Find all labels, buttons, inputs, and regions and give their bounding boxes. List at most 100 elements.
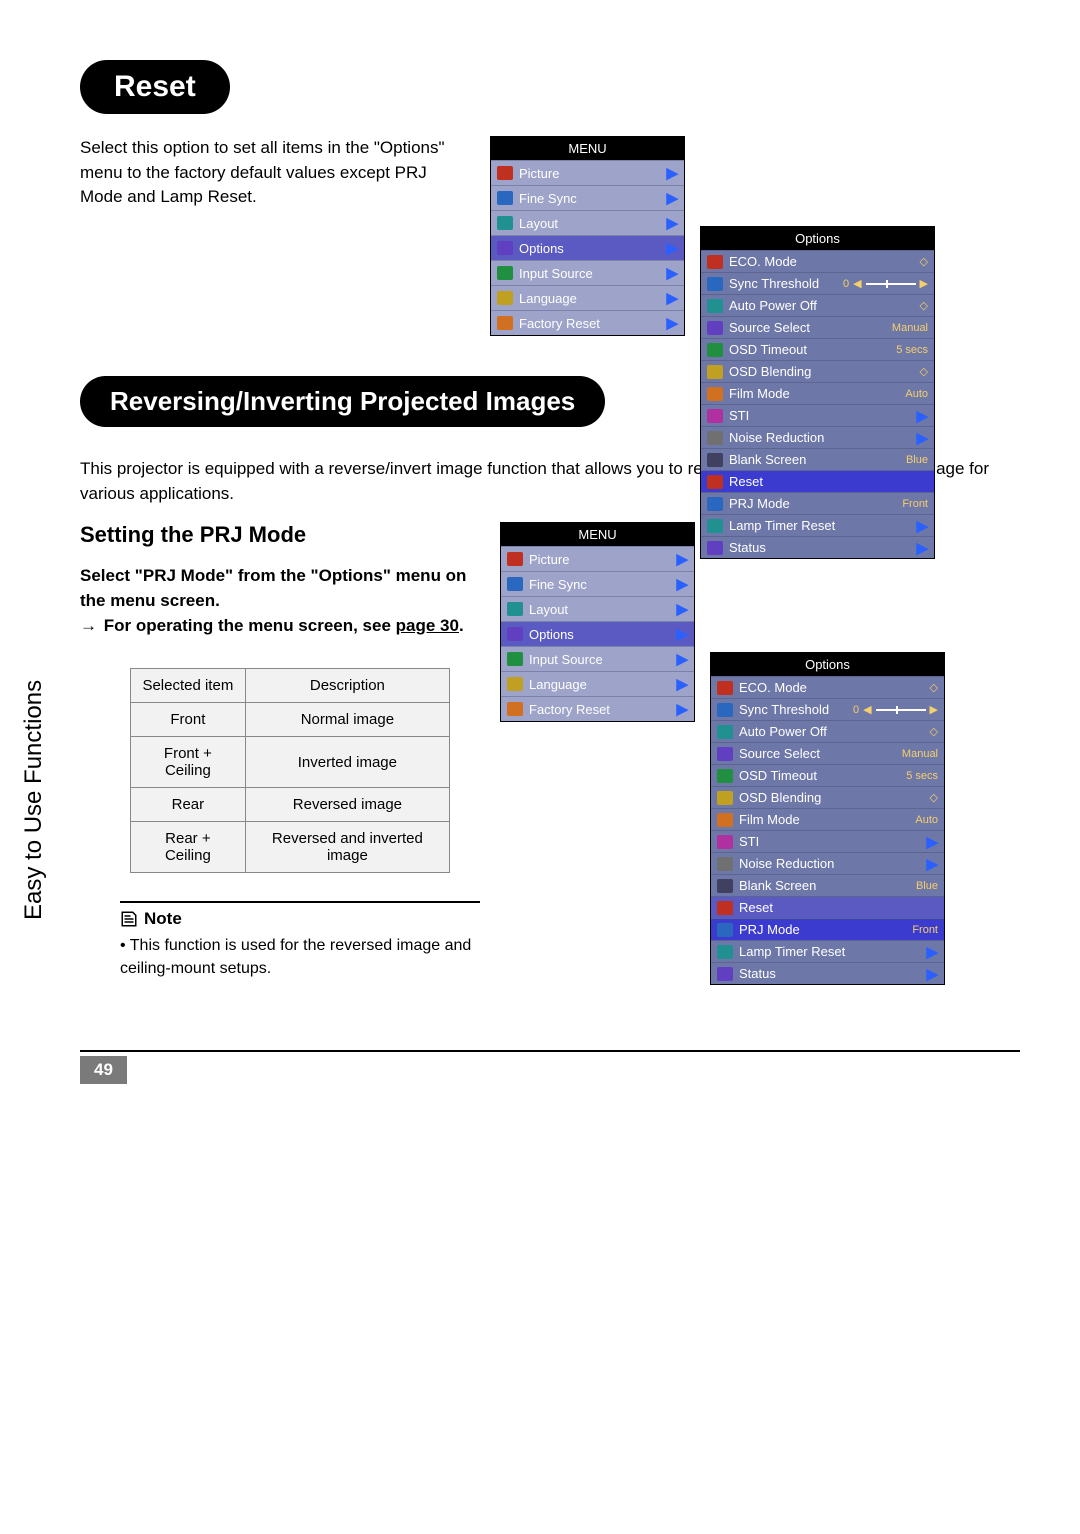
chevron-right-icon: ▶ xyxy=(676,600,688,618)
menu-item-label: Layout xyxy=(519,216,660,231)
menu-item-label: Language xyxy=(529,677,670,692)
menu-item-icon xyxy=(497,216,513,230)
note-head-text: Note xyxy=(144,909,182,929)
option-value: Front xyxy=(912,924,938,936)
menu-item-icon xyxy=(497,166,513,180)
options-row: Blank ScreenBlue xyxy=(711,874,944,896)
osd-options-title: Options xyxy=(701,227,934,250)
prj-mode-table: Selected itemDescription FrontNormal ima… xyxy=(130,668,450,873)
slider-control: 0 ◀▶ xyxy=(853,703,938,716)
menu-item-label: Input Source xyxy=(529,652,670,667)
menu-item-label: Picture xyxy=(529,552,670,567)
options-row: Film Mode Auto xyxy=(701,382,934,404)
option-label: STI xyxy=(729,408,910,423)
option-label: Auto Power Off xyxy=(739,724,924,739)
chevron-right-icon: ▶ xyxy=(676,700,688,718)
option-label: Sync Threshold xyxy=(729,276,837,291)
option-label: Sync Threshold xyxy=(739,702,847,717)
option-label: Film Mode xyxy=(739,812,909,827)
menu-row: Fine Sync▶ xyxy=(491,185,684,210)
heading-reset: Reset xyxy=(80,60,230,114)
table-cell: Rear + Ceiling xyxy=(131,822,246,873)
menu-item-icon xyxy=(497,266,513,280)
osd-options-title: Options xyxy=(711,653,944,676)
options-row: Sync Threshold 0 ◀▶ xyxy=(711,698,944,720)
chevron-right-icon: ▶ xyxy=(666,264,678,282)
option-value: Manual xyxy=(892,322,928,334)
option-icon xyxy=(707,453,723,467)
page-number: 49 xyxy=(80,1056,127,1084)
options-row: Source SelectManual xyxy=(701,316,934,338)
osd-options-panel-1: Options ECO. Mode◇ Sync Threshold 0 ◀▶ Auto… xyxy=(700,226,935,559)
options-row: Status▶ xyxy=(711,962,944,984)
menu-item-icon xyxy=(507,652,523,666)
options-row: Lamp Timer Reset▶ xyxy=(711,940,944,962)
chevron-right-icon: ▶ xyxy=(666,214,678,232)
heading-reversing: Reversing/Inverting Projected Images xyxy=(80,376,605,427)
menu-row: Input Source▶ xyxy=(501,646,694,671)
menu-item-label: Fine Sync xyxy=(519,191,660,206)
sidebar-section-label: Easy to Use Functions xyxy=(20,680,48,920)
option-label: Film Mode xyxy=(729,386,899,401)
table-cell: Reversed image xyxy=(245,788,449,822)
options-row: ECO. Mode◇ xyxy=(701,250,934,272)
option-value: Blue xyxy=(916,880,938,892)
menu-row: Factory Reset▶ xyxy=(491,310,684,335)
option-value: 5 secs xyxy=(906,770,938,782)
option-value: 5 secs xyxy=(896,344,928,356)
chevron-right-icon: ▶ xyxy=(926,943,938,961)
options-row: PRJ ModeFront xyxy=(701,492,934,514)
option-value: Auto xyxy=(905,388,928,400)
option-label: Blank Screen xyxy=(729,452,900,467)
osd-title: MENU xyxy=(491,137,684,160)
options-row: Source SelectManual xyxy=(711,742,944,764)
table-cell: Normal image xyxy=(245,703,449,737)
osd-main-menu-1: MENU Picture▶Fine Sync▶Layout▶Options▶In… xyxy=(490,136,685,336)
option-icon xyxy=(707,475,723,489)
chevron-right-icon: ▶ xyxy=(676,675,688,693)
option-label: Reset xyxy=(739,900,938,915)
option-value: Manual xyxy=(902,748,938,760)
table-cell: Inverted image xyxy=(245,737,449,788)
options-row: PRJ ModeFront xyxy=(711,918,944,940)
menu-item-icon xyxy=(497,241,513,255)
options-row: OSD Blending◇ xyxy=(711,786,944,808)
option-icon xyxy=(717,967,733,981)
option-icon xyxy=(717,791,733,805)
menu-item-icon xyxy=(507,702,523,716)
menu-row: Layout ▶ xyxy=(491,210,684,235)
option-icon xyxy=(707,409,723,423)
page-link: page 30 xyxy=(396,616,459,635)
option-label: Reset xyxy=(729,474,928,489)
footer-rule: 49 xyxy=(80,1050,1020,1084)
menu-item-icon xyxy=(497,191,513,205)
slider-control: 0 ◀▶ xyxy=(843,277,928,290)
options-row: Auto Power Off◇ xyxy=(701,294,934,316)
menu-row: Language ▶ xyxy=(501,671,694,696)
options-row: Reset xyxy=(701,470,934,492)
options-row: Reset xyxy=(711,896,944,918)
chevron-right-icon: ▶ xyxy=(666,164,678,182)
option-icon xyxy=(707,255,723,269)
options-row: OSD Blending◇ xyxy=(701,360,934,382)
subhead-prj-mode: Setting the PRJ Mode xyxy=(80,522,480,548)
menu-row: Input Source▶ xyxy=(491,260,684,285)
options-row: Auto Power Off◇ xyxy=(711,720,944,742)
osd-title: MENU xyxy=(501,523,694,546)
table-cell: Reversed and inverted image xyxy=(245,822,449,873)
option-icon xyxy=(707,431,723,445)
option-icon xyxy=(707,343,723,357)
options-row: ECO. Mode◇ xyxy=(711,676,944,698)
menu-item-icon xyxy=(497,316,513,330)
option-label: Noise Reduction xyxy=(739,856,920,871)
option-icon xyxy=(707,299,723,313)
option-value: ◇ xyxy=(920,365,928,378)
chevron-right-icon: ▶ xyxy=(676,625,688,643)
chevron-right-icon: ▶ xyxy=(916,407,928,425)
menu-item-label: Language xyxy=(519,291,660,306)
menu-item-label: Factory Reset xyxy=(529,702,670,717)
options-row: Noise Reduction▶ xyxy=(711,852,944,874)
note-icon xyxy=(120,910,138,928)
option-icon xyxy=(717,857,733,871)
menu-item-icon xyxy=(507,627,523,641)
